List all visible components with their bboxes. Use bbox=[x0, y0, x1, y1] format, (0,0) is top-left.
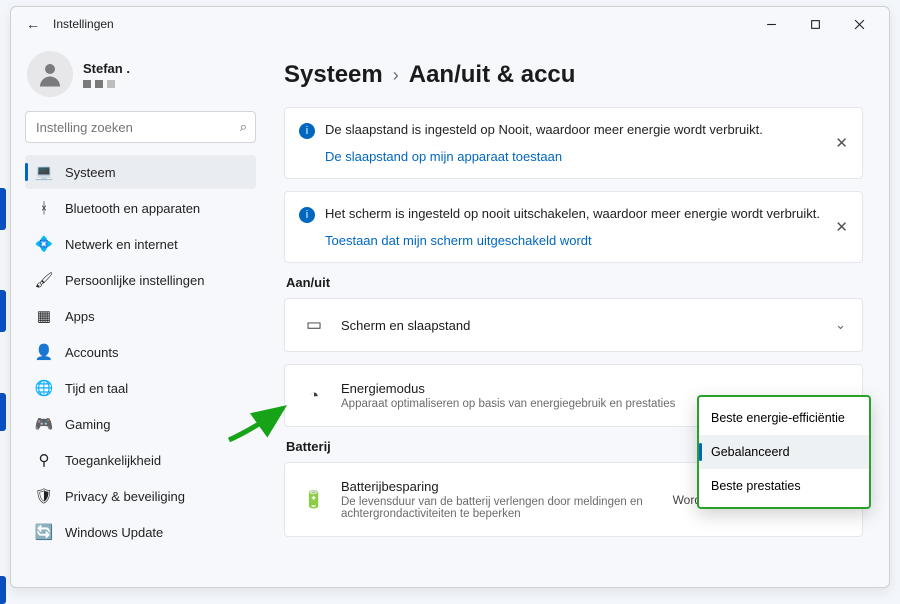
search-box[interactable]: ⌕ bbox=[25, 111, 256, 143]
info-alert-1: i Het scherm is ingesteld op nooit uitsch… bbox=[284, 191, 863, 263]
nav-icon: 🔄 bbox=[35, 523, 53, 541]
alert-link[interactable]: Toestaan dat mijn scherm uitgeschakeld w… bbox=[325, 233, 824, 248]
nav-icon: 🛡 bbox=[35, 487, 53, 505]
breadcrumb-leaf: Aan/uit & accu bbox=[409, 61, 576, 89]
nav-label: Netwerk en internet bbox=[65, 237, 178, 252]
sidebar-item-4[interactable]: ▦ Apps bbox=[25, 299, 256, 333]
nav-icon: 🌐 bbox=[35, 379, 53, 397]
info-alert-0: i De slaapstand is ingesteld op Nooit, wa… bbox=[284, 107, 863, 179]
nav-label: Persoonlijke instellingen bbox=[65, 273, 204, 288]
profile-status bbox=[83, 80, 130, 88]
decorative-left-accent bbox=[0, 58, 6, 548]
row-subtitle: De levensduur van de batterij verlengen … bbox=[341, 496, 659, 520]
alert-link[interactable]: De slaapstand op mijn apparaat toestaan bbox=[325, 149, 824, 164]
nav-label: Bluetooth en apparaten bbox=[65, 201, 200, 216]
nav-label: Toegankelijkheid bbox=[65, 453, 161, 468]
sidebar-item-9[interactable]: 🛡 Privacy & beveiliging bbox=[25, 479, 256, 513]
avatar bbox=[27, 51, 73, 97]
titlebar: ← Instellingen bbox=[11, 7, 889, 41]
chevron-right-icon: › bbox=[393, 65, 399, 86]
alert-text: Het scherm is ingesteld op nooit uitscha… bbox=[325, 206, 820, 221]
info-icon: i bbox=[299, 207, 315, 223]
profile-name: Stefan . bbox=[83, 61, 130, 76]
sidebar-item-5[interactable]: 👤 Accounts bbox=[25, 335, 256, 369]
sidebar-item-2[interactable]: 💠 Netwerk en internet bbox=[25, 227, 256, 261]
nav-icon: ᚼ bbox=[35, 200, 53, 217]
nav-icon: ⚲ bbox=[35, 451, 53, 469]
nav-label: Systeem bbox=[65, 165, 116, 180]
energy-mode-dropdown: Beste energie-efficiëntieGebalanceerdBes… bbox=[697, 395, 871, 509]
sidebar-item-7[interactable]: 🎮 Gaming bbox=[25, 407, 256, 441]
row-screen-sleep[interactable]: ▭ Scherm en slaapstand ⌄ bbox=[284, 298, 863, 352]
sidebar-item-8[interactable]: ⚲ Toegankelijkheid bbox=[25, 443, 256, 477]
screen-icon: ▭ bbox=[301, 315, 327, 335]
sidebar-item-6[interactable]: 🌐 Tijd en taal bbox=[25, 371, 256, 405]
battery-icon: 🔋 bbox=[301, 490, 327, 510]
settings-window: ← Instellingen Stefan . ⌕ 💻 Systeem ᚼ Bluet… bbox=[10, 6, 890, 588]
nav-icon: 🎮 bbox=[35, 415, 53, 433]
profile-block[interactable]: Stefan . bbox=[25, 47, 256, 107]
window-title: Instellingen bbox=[53, 17, 749, 31]
nav-label: Windows Update bbox=[65, 525, 163, 540]
nav-icon: 🖌 bbox=[35, 271, 53, 289]
nav-icon: 💠 bbox=[35, 235, 53, 253]
sidebar: Stefan . ⌕ 💻 Systeem ᚼ Bluetooth en apparat… bbox=[11, 41, 266, 587]
sidebar-nav: 💻 Systeem ᚼ Bluetooth en apparaten 💠 Netwerk … bbox=[25, 155, 256, 549]
nav-icon: 👤 bbox=[35, 343, 53, 361]
nav-label: Gaming bbox=[65, 417, 111, 432]
section-title-power: Aan/uit bbox=[286, 275, 863, 290]
nav-label: Tijd en taal bbox=[65, 381, 128, 396]
sidebar-item-10[interactable]: 🔄 Windows Update bbox=[25, 515, 256, 549]
nav-icon: 💻 bbox=[35, 163, 53, 181]
nav-icon: ▦ bbox=[35, 307, 53, 325]
dropdown-option-2[interactable]: Beste prestaties bbox=[699, 469, 869, 503]
main-panel: Systeem › Aan/uit & accu i De slaapstand … bbox=[266, 41, 889, 587]
window-close-button[interactable] bbox=[837, 9, 881, 39]
info-icon: i bbox=[299, 123, 315, 139]
alert-text: De slaapstand is ingesteld op Nooit, waa… bbox=[325, 122, 763, 137]
back-button[interactable]: ← bbox=[23, 16, 43, 32]
dropdown-option-0[interactable]: Beste energie-efficiëntie bbox=[699, 401, 869, 435]
nav-label: Privacy & beveiliging bbox=[65, 489, 185, 504]
search-icon: ⌕ bbox=[240, 119, 247, 135]
row-title: Energiemodus bbox=[341, 381, 846, 396]
window-minimize-button[interactable] bbox=[749, 9, 793, 39]
window-maximize-button[interactable] bbox=[793, 9, 837, 39]
sidebar-item-1[interactable]: ᚼ Bluetooth en apparaten bbox=[25, 191, 256, 225]
breadcrumb-root[interactable]: Systeem bbox=[284, 61, 383, 89]
nav-label: Accounts bbox=[65, 345, 118, 360]
sidebar-item-0[interactable]: 💻 Systeem bbox=[25, 155, 256, 189]
sidebar-item-3[interactable]: 🖌 Persoonlijke instellingen bbox=[25, 263, 256, 297]
breadcrumb: Systeem › Aan/uit & accu bbox=[284, 61, 863, 89]
gauge-icon: ◔ bbox=[301, 386, 327, 406]
nav-label: Apps bbox=[65, 309, 95, 324]
chevron-down-icon: ⌄ bbox=[835, 317, 846, 333]
close-icon[interactable]: ✕ bbox=[835, 134, 848, 152]
row-title: Scherm en slaapstand bbox=[341, 318, 821, 333]
dropdown-option-1[interactable]: Gebalanceerd bbox=[699, 435, 869, 469]
search-input[interactable] bbox=[36, 120, 240, 135]
row-title: Batterijbesparing bbox=[341, 479, 659, 494]
close-icon[interactable]: ✕ bbox=[835, 218, 848, 236]
